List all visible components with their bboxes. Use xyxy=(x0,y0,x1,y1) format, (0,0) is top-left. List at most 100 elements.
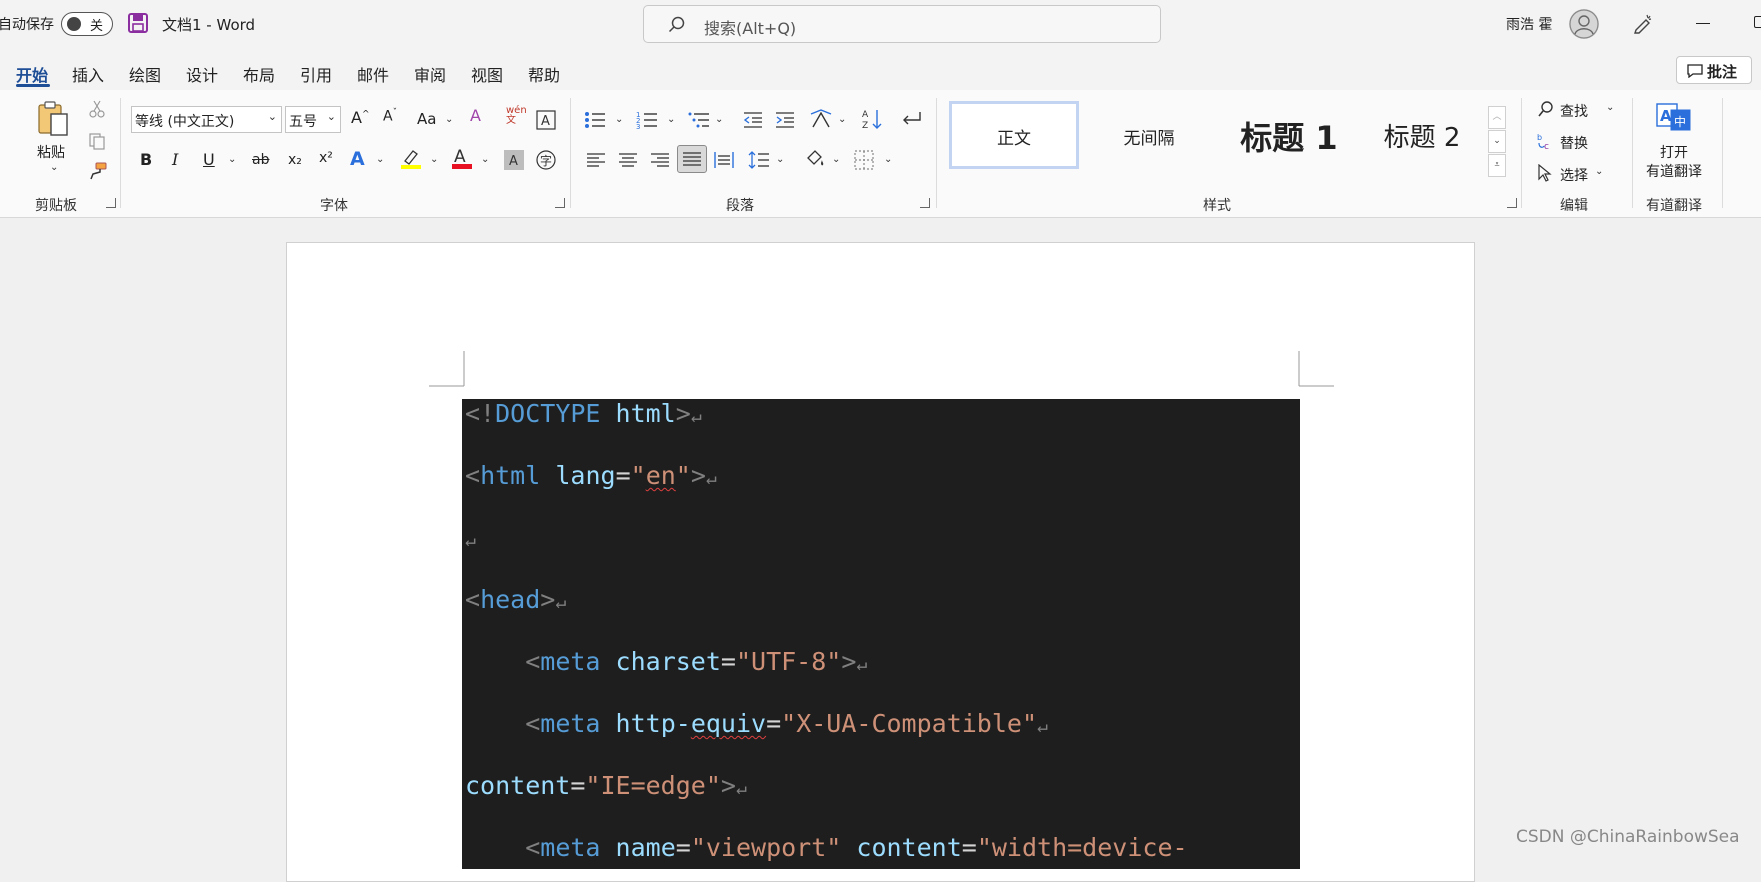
code-line[interactable]: <meta name="viewport" content="width=dev… xyxy=(465,833,1187,862)
paste-label[interactable]: 粘贴 xyxy=(37,142,65,162)
tab-layout[interactable]: 布局 xyxy=(243,62,275,86)
grow-font-icon[interactable]: A^ xyxy=(351,108,370,127)
designer-pen-icon[interactable] xyxy=(1632,12,1654,38)
chevron-down-icon[interactable]: ⌄ xyxy=(884,154,892,165)
tab-help[interactable]: 帮助 xyxy=(528,62,560,86)
font-size-select[interactable]: 五号 ⌄ xyxy=(285,106,341,133)
multilevel-list-icon[interactable] xyxy=(688,110,710,134)
replace-label[interactable]: 替换 xyxy=(1560,133,1588,153)
font-name-select[interactable]: 等线 (中文正文) ⌄ xyxy=(131,106,282,133)
font-launcher-icon[interactable] xyxy=(555,198,565,208)
style-no-spacing[interactable]: 无间隔 xyxy=(1084,101,1214,169)
style-heading-1[interactable]: 标题 1 xyxy=(1219,101,1359,169)
tab-view[interactable]: 视图 xyxy=(471,62,503,86)
enclose-characters-icon[interactable]: 字 xyxy=(536,150,556,174)
save-icon[interactable] xyxy=(128,13,148,37)
code-block[interactable]: <!DOCTYPE html>↵ <html lang="en">↵ ↵ <head>… xyxy=(462,399,1300,869)
shrink-font-icon[interactable]: Aˇ xyxy=(383,108,397,125)
chevron-down-icon[interactable]: ⌄ xyxy=(1606,102,1614,113)
distributed-icon[interactable] xyxy=(714,150,734,174)
chevron-down-icon[interactable]: ⌄ xyxy=(481,154,489,165)
paste-dropdown-icon[interactable]: ⌄ xyxy=(50,162,58,173)
replace-icon[interactable]: bc xyxy=(1537,132,1555,154)
copy-icon[interactable] xyxy=(88,132,106,154)
tab-insert[interactable]: 插入 xyxy=(72,62,104,86)
comments-button[interactable]: 批注 xyxy=(1676,56,1752,84)
code-line[interactable]: ↵ xyxy=(465,523,476,552)
restore-icon[interactable] xyxy=(1754,16,1761,28)
shading-icon[interactable] xyxy=(804,148,826,174)
gallery-scroll-up-icon[interactable]: ︿ xyxy=(1488,106,1506,129)
tab-review[interactable]: 审阅 xyxy=(414,62,446,86)
select-icon[interactable] xyxy=(1537,163,1553,186)
show-marks-icon[interactable] xyxy=(900,108,922,134)
chevron-down-icon[interactable]: ⌄ xyxy=(715,114,723,125)
code-line[interactable]: <html lang="en">↵ xyxy=(465,461,717,490)
change-case-button[interactable]: Aa xyxy=(417,110,436,128)
font-color-icon[interactable]: A xyxy=(451,146,473,174)
code-line[interactable]: <meta charset="UTF-8">↵ xyxy=(465,647,867,676)
strikethrough-button[interactable]: ab xyxy=(252,152,269,168)
gallery-more-icon[interactable]: ⩡ xyxy=(1488,154,1506,177)
chevron-down-icon[interactable]: ⌄ xyxy=(838,114,846,125)
format-painter-icon[interactable] xyxy=(88,162,108,184)
numbering-icon[interactable]: 123 xyxy=(636,110,658,134)
user-name[interactable]: 雨浩 霍 xyxy=(1506,14,1552,34)
tab-home[interactable]: 开始 xyxy=(16,62,48,86)
asian-layout-icon[interactable] xyxy=(810,108,832,134)
clipboard-launcher-icon[interactable] xyxy=(106,198,116,208)
find-icon[interactable] xyxy=(1537,100,1555,122)
styles-launcher-icon[interactable] xyxy=(1507,198,1517,208)
borders-icon[interactable] xyxy=(854,150,874,174)
justify-icon[interactable] xyxy=(677,145,707,173)
chevron-down-icon[interactable]: ⌄ xyxy=(376,154,384,165)
tab-mailings[interactable]: 邮件 xyxy=(357,62,389,86)
code-line[interactable]: <head>↵ xyxy=(465,585,566,614)
align-center-icon[interactable] xyxy=(618,150,638,174)
tab-design[interactable]: 设计 xyxy=(186,62,218,86)
chevron-down-icon[interactable]: ⌄ xyxy=(1595,166,1603,177)
superscript-button[interactable]: x² xyxy=(319,150,333,166)
increase-indent-icon[interactable] xyxy=(775,110,795,134)
character-border-icon[interactable]: A xyxy=(536,110,556,134)
chevron-down-icon[interactable]: ⌄ xyxy=(430,154,438,165)
search-box[interactable]: 搜索(Alt+Q) xyxy=(643,5,1161,43)
minimize-icon[interactable] xyxy=(1696,23,1710,24)
chevron-down-icon[interactable]: ⌄ xyxy=(832,154,840,165)
gallery-scroll-down-icon[interactable]: ⌄ xyxy=(1488,130,1506,153)
highlight-icon[interactable] xyxy=(400,148,422,174)
autosave-toggle[interactable]: 关 xyxy=(61,12,113,36)
character-shading-icon[interactable]: A xyxy=(504,150,524,174)
chevron-down-icon[interactable]: ⌄ xyxy=(615,114,623,125)
chevron-down-icon[interactable]: ⌄ xyxy=(667,114,675,125)
italic-button[interactable]: I xyxy=(172,150,178,169)
tab-references[interactable]: 引用 xyxy=(300,62,332,86)
decrease-indent-icon[interactable] xyxy=(743,110,763,134)
tab-draw[interactable]: 绘图 xyxy=(129,62,161,86)
bullets-icon[interactable] xyxy=(584,110,606,134)
line-spacing-icon[interactable] xyxy=(748,150,770,174)
paste-icon[interactable] xyxy=(36,100,72,142)
align-right-icon[interactable] xyxy=(650,150,670,174)
text-effects-icon[interactable]: A xyxy=(350,148,365,170)
phonetic-guide-icon[interactable]: wén 文 xyxy=(506,106,527,126)
chevron-down-icon[interactable]: ⌄ xyxy=(228,154,236,165)
chevron-down-icon[interactable]: ⌄ xyxy=(445,114,453,125)
style-heading-2[interactable]: 标题 2 xyxy=(1357,101,1487,169)
cut-icon[interactable] xyxy=(88,100,106,122)
align-left-icon[interactable] xyxy=(586,150,606,174)
style-normal[interactable]: 正文 xyxy=(949,101,1079,169)
clear-formatting-icon[interactable]: A xyxy=(470,106,481,125)
code-line[interactable]: <meta http-equiv="X-UA-Compatible"↵ xyxy=(465,709,1048,738)
paragraph-launcher-icon[interactable] xyxy=(920,198,930,208)
translate-button-line2[interactable]: 有道翻译 xyxy=(1646,161,1702,181)
avatar[interactable] xyxy=(1569,9,1599,39)
underline-button[interactable]: U xyxy=(203,150,215,169)
code-line[interactable]: content="IE=edge">↵ xyxy=(465,771,747,800)
youdao-translate-icon[interactable]: A中 xyxy=(1656,102,1692,136)
code-line[interactable]: <!DOCTYPE html>↵ xyxy=(465,399,702,428)
sort-icon[interactable]: AZ xyxy=(862,108,884,134)
subscript-button[interactable]: x₂ xyxy=(288,152,302,168)
select-label[interactable]: 选择 xyxy=(1560,165,1588,185)
chevron-down-icon[interactable]: ⌄ xyxy=(776,154,784,165)
